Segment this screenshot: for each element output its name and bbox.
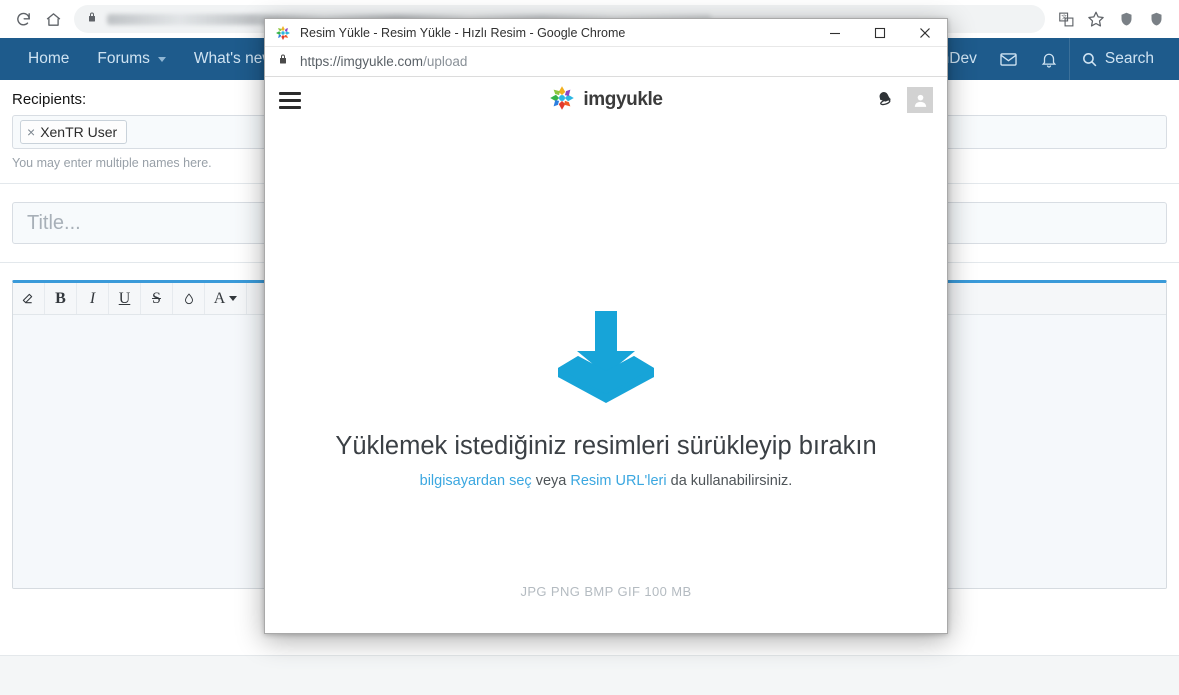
drop-zone-sub-suffix: da kullanabilirsiniz. — [666, 473, 793, 489]
strikethrough-glyph: S — [152, 289, 161, 307]
recipient-token[interactable]: × XenTR User — [20, 120, 128, 144]
lock-icon — [86, 10, 98, 29]
home-icon[interactable] — [38, 4, 68, 34]
site-brand: imgyukle — [265, 85, 947, 116]
nav-item-whats-new-label: What's new — [193, 50, 274, 67]
maximize-button[interactable] — [857, 19, 902, 47]
font-color-icon[interactable]: A — [205, 283, 247, 314]
nav-alerts[interactable] — [1029, 38, 1069, 80]
pinwheel-logo-icon — [549, 85, 575, 116]
site-brand-name: imgyukle — [583, 89, 663, 110]
popup-url-path: /upload — [423, 54, 468, 69]
image-urls-link[interactable]: Resim URL'leri — [570, 473, 666, 489]
popup-window-title: Resim Yükle - Resim Yükle - Hızlı Resim … — [300, 25, 626, 40]
imgyukle-site-header: imgyukle — [265, 77, 947, 123]
magnifier-icon — [1082, 52, 1097, 66]
minimize-button[interactable] — [812, 19, 857, 47]
chevron-down-icon — [229, 296, 238, 301]
popup-address-bar[interactable]: https://imgyukle.com/upload — [265, 47, 947, 77]
background-toolbar-actions: 文 — [1051, 4, 1171, 34]
nav-search-label: Search — [1104, 50, 1154, 67]
nav-inbox[interactable] — [988, 38, 1029, 80]
popup-url-host: imgyukle.com — [340, 54, 424, 69]
nav-item-forums-label: Forums — [97, 50, 150, 67]
popup-url-scheme: https:// — [300, 54, 341, 69]
shield-extension-icon[interactable] — [1111, 4, 1141, 34]
bold-glyph: B — [55, 289, 66, 307]
chevron-down-icon — [157, 56, 166, 62]
bell-icon — [1041, 53, 1057, 68]
bell-icon[interactable] — [874, 87, 895, 113]
nav-item-home-label: Home — [28, 50, 70, 67]
envelope-icon — [1000, 52, 1017, 66]
popup-titlebar[interactable]: Resim Yükle - Resim Yükle - Hızlı Resim … — [265, 19, 947, 47]
svg-text:文: 文 — [1061, 13, 1067, 21]
popup-url: https://imgyukle.com/upload — [300, 54, 467, 69]
drop-zone-subtext: bilgisayardan seç veya Resim URL'leri da… — [420, 473, 793, 489]
screen-root: 文 Home Forums What's new XenDev Search R… — [0, 0, 1179, 695]
underline-icon[interactable]: U — [109, 283, 141, 314]
star-icon[interactable] — [1081, 4, 1111, 34]
hamburger-menu-icon[interactable] — [279, 88, 301, 113]
user-avatar-icon[interactable] — [907, 87, 933, 113]
remove-token-icon[interactable]: × — [27, 125, 35, 139]
imgyukle-pinwheel-icon — [275, 25, 291, 41]
lock-icon — [277, 52, 289, 71]
upload-drop-zone[interactable]: Yüklemek istediğiniz resimleri sürükleyi… — [265, 123, 947, 623]
download-into-tray-icon — [554, 309, 658, 410]
drop-zone-sub-mid: veya — [531, 473, 571, 489]
nav-item-home[interactable]: Home — [14, 38, 83, 80]
strikethrough-icon[interactable]: S — [141, 283, 173, 314]
reload-icon[interactable] — [8, 4, 38, 34]
translate-icon[interactable]: 文 — [1051, 4, 1081, 34]
font-color-glyph: A — [213, 289, 226, 307]
nav-item-forums[interactable]: Forums — [83, 38, 180, 80]
italic-glyph: I — [89, 289, 96, 307]
drop-zone-headline: Yüklemek istediğiniz resimleri sürükleyi… — [335, 432, 877, 460]
text-color-drop-icon[interactable] — [173, 283, 205, 314]
navbar-user-area: XenDev Search — [911, 38, 1165, 80]
bold-icon[interactable]: B — [45, 283, 77, 314]
title-placeholder: Title... — [27, 211, 81, 234]
italic-icon[interactable]: I — [77, 283, 109, 314]
remove-format-icon[interactable] — [13, 283, 45, 314]
underline-glyph: U — [118, 289, 131, 307]
nav-search[interactable]: Search — [1070, 38, 1165, 80]
profile-icon[interactable] — [1141, 4, 1171, 34]
form-footer — [0, 655, 1179, 695]
imgyukle-popup-window: Resim Yükle - Resim Yükle - Hızlı Resim … — [264, 18, 948, 634]
recipient-token-label: XenTR User — [40, 124, 118, 140]
supported-formats-text: JPG PNG BMP GIF 100 MB — [520, 584, 692, 599]
close-button[interactable] — [902, 19, 947, 47]
site-header-actions — [874, 87, 933, 113]
choose-from-computer-link[interactable]: bilgisayardan seç — [420, 473, 532, 489]
